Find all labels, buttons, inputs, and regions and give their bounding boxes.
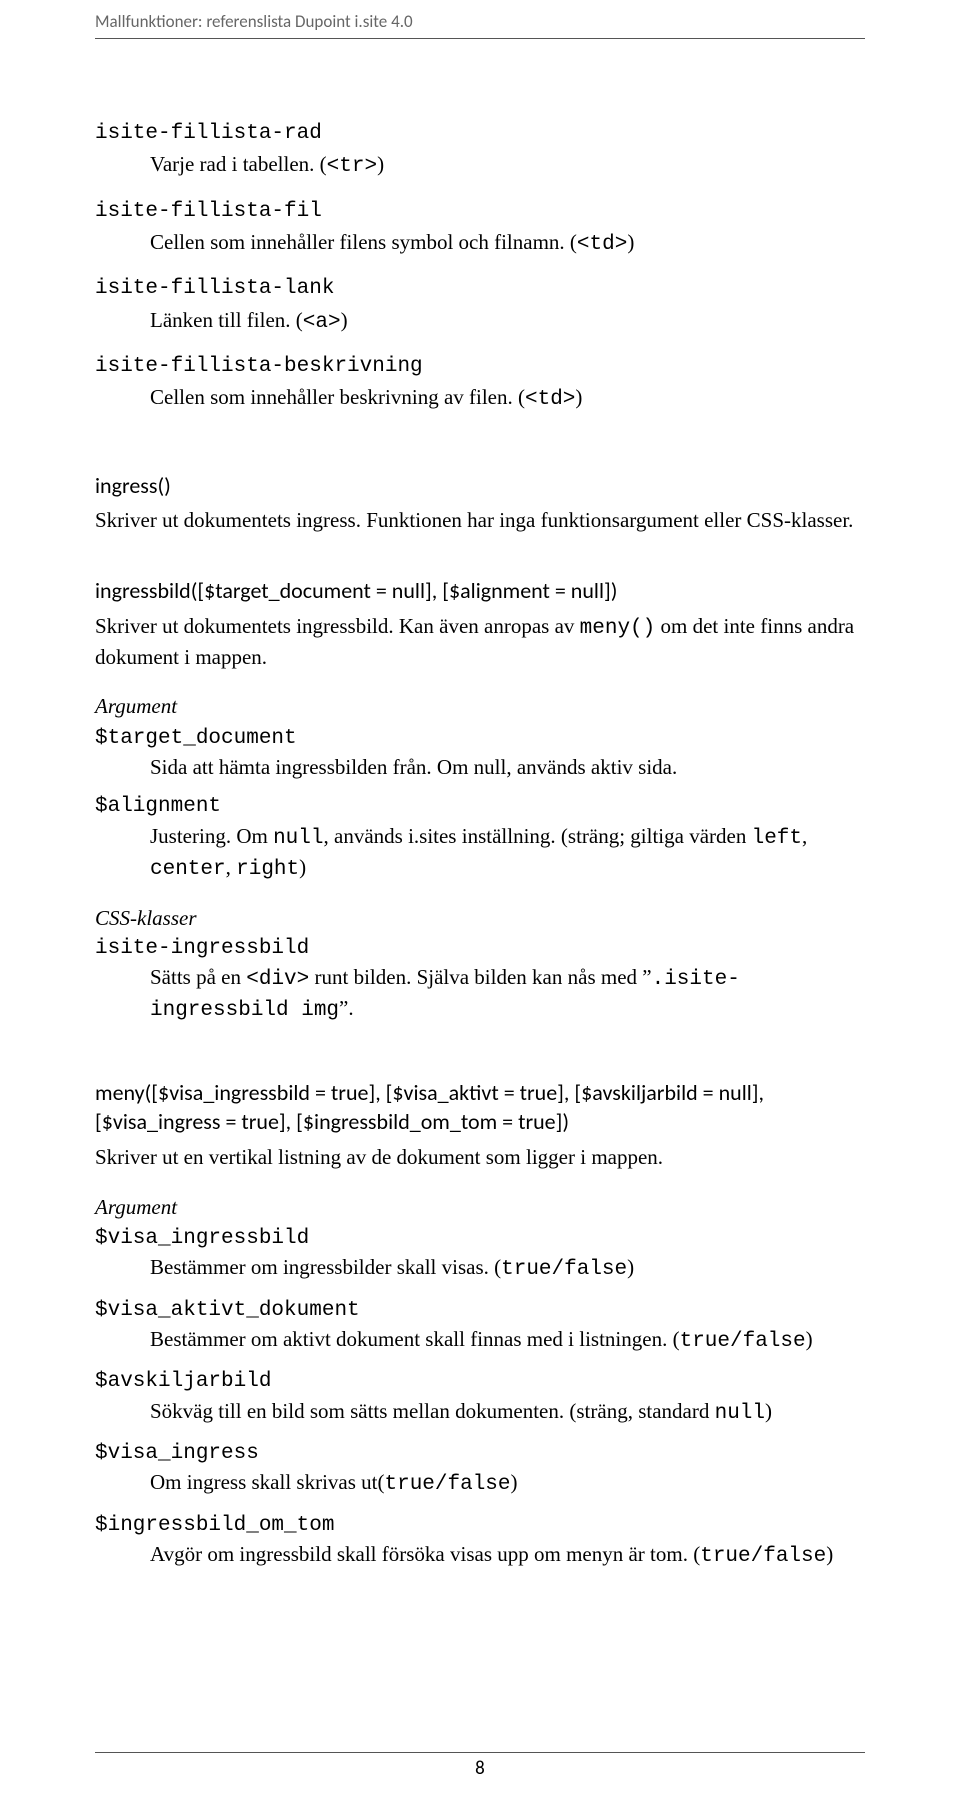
func-ingress-sig: ingress() [95, 471, 865, 501]
ingressbild-args: $target_documentSida att hämta ingressbi… [95, 725, 865, 885]
class-item: isite-fillista-filCellen som innehåller … [95, 198, 865, 260]
func-ingressbild-desc: Skriver ut dokumentets ingressbild. Kan … [95, 612, 865, 673]
func-ingress-desc: Skriver ut dokumentets ingress. Funktion… [95, 506, 865, 535]
page-number: 8 [0, 1756, 960, 1782]
arg-name: $alignment [95, 793, 865, 821]
class-item-name: isite-fillista-beskrivning [95, 353, 865, 381]
arg-name: $avskiljarbild [95, 1368, 865, 1396]
arg-desc: Om ingress skall skrivas ut(true/false) [95, 1468, 865, 1499]
func-ingressbild-sig: ingressbild([$target_document = null], [… [95, 576, 865, 606]
document-body: isite-fillista-radVarje rad i tabellen. … [95, 0, 865, 1571]
class-item-desc: Cellen som innehåller beskrivning av fil… [95, 383, 865, 414]
class-item-desc: Cellen som innehåller filens symbol och … [95, 228, 865, 259]
class-item: isite-fillista-radVarje rad i tabellen. … [95, 120, 865, 182]
footer-rule [95, 1752, 865, 1753]
class-item-name: isite-fillista-lank [95, 275, 865, 303]
class-item-desc: Länken till filen. (<a>) [95, 306, 865, 337]
func-meny-sig: meny([$visa_ingressbild = true], [$visa_… [95, 1078, 865, 1137]
arg-desc: Justering. Om null, används i.sites inst… [95, 822, 865, 885]
ingressbild-css: isite-ingressbildSätts på en <div> runt … [95, 935, 865, 1026]
arg-desc: Sökväg till en bild som sätts mellan dok… [95, 1397, 865, 1428]
css-klasser-heading: CSS-klasser [95, 904, 865, 932]
arg-desc: Bestämmer om aktivt dokument skall finna… [95, 1325, 865, 1356]
class-item: isite-fillista-lank Länken till filen. (<… [95, 275, 865, 337]
func-meny-desc: Skriver ut en vertikal listning av de do… [95, 1143, 865, 1172]
css-class-desc: Sätts på en <div> runt bilden. Själva bi… [95, 963, 865, 1026]
arg-name: $target_document [95, 725, 865, 753]
arg-desc: Avgör om ingressbild skall försöka visas… [95, 1540, 865, 1571]
arg-name: $visa_aktivt_dokument [95, 1297, 865, 1325]
class-item-name: isite-fillista-rad [95, 120, 865, 148]
class-item-name: isite-fillista-fil [95, 198, 865, 226]
argument-heading-meny: Argument [95, 1193, 865, 1221]
class-item: isite-fillista-beskrivningCellen som inn… [95, 353, 865, 415]
class-item-desc: Varje rad i tabellen. (<tr>) [95, 150, 865, 181]
header-text: Mallfunktioner: referenslista Dupoint i.… [95, 11, 413, 34]
meny-args: $visa_ingressbildBestämmer om ingressbil… [95, 1225, 865, 1571]
argument-heading: Argument [95, 692, 865, 720]
css-class-name: isite-ingressbild [95, 935, 865, 963]
arg-desc: Bestämmer om ingressbilder skall visas. … [95, 1253, 865, 1284]
arg-name: $visa_ingressbild [95, 1225, 865, 1253]
classlist-section: isite-fillista-radVarje rad i tabellen. … [95, 120, 865, 415]
arg-name: $visa_ingress [95, 1440, 865, 1468]
page-header: Mallfunktioner: referenslista Dupoint i.… [95, 0, 865, 39]
arg-name: $ingressbild_om_tom [95, 1512, 865, 1540]
arg-desc: Sida att hämta ingressbilden från. Om nu… [95, 753, 865, 781]
